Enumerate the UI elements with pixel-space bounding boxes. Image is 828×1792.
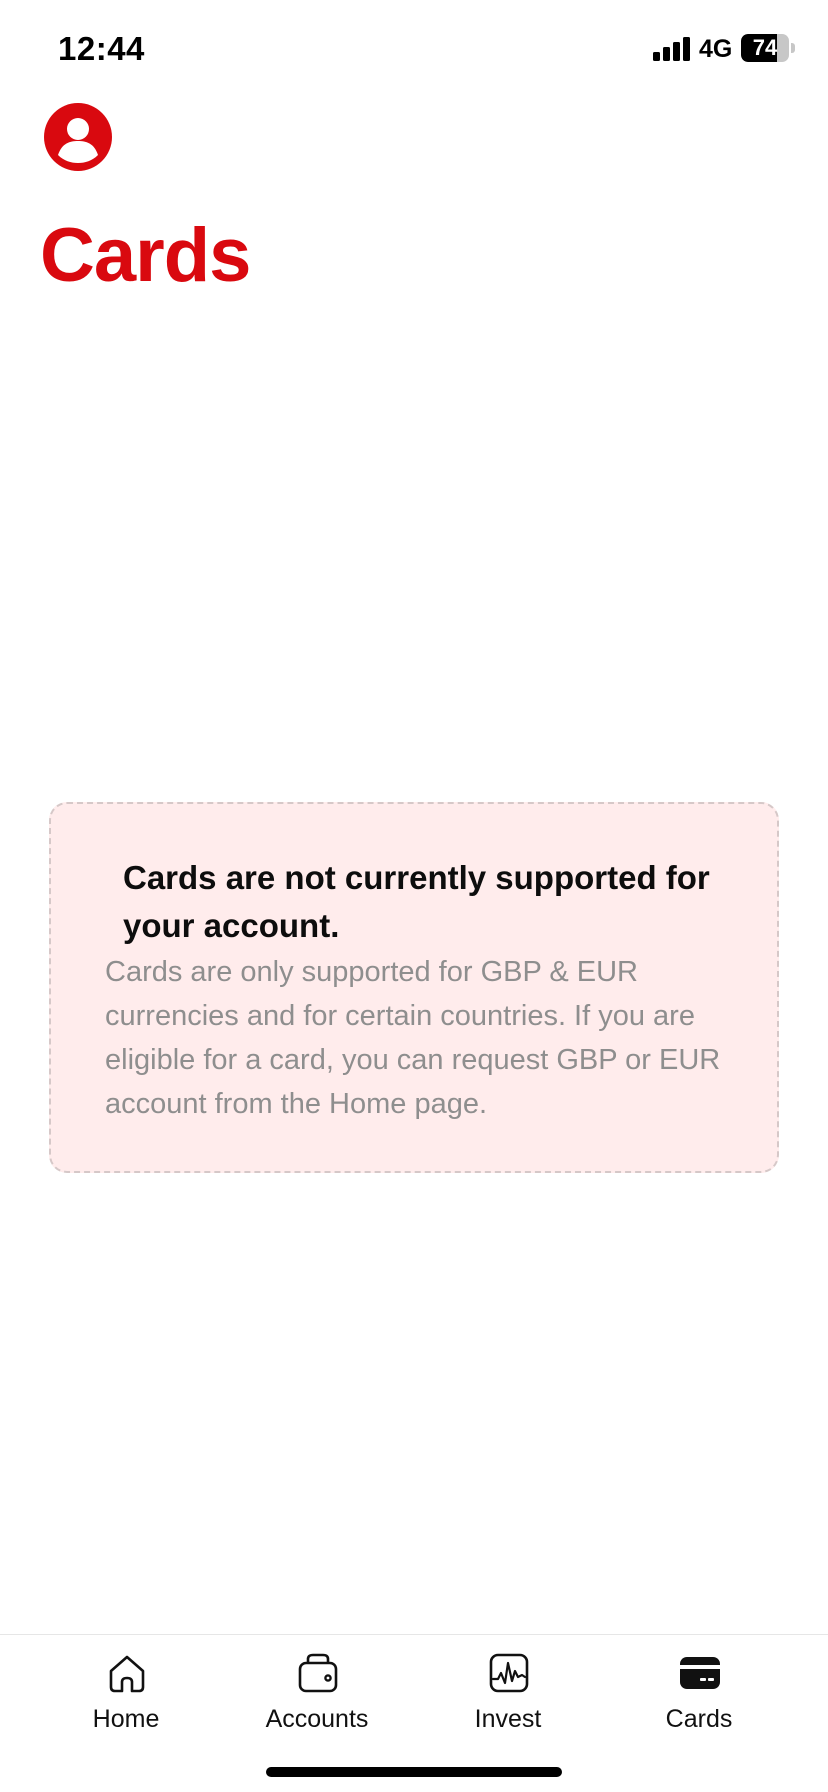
page-title: Cards: [40, 213, 251, 298]
tab-accounts-label: Accounts: [265, 1705, 369, 1733]
tab-cards[interactable]: Cards: [619, 1651, 779, 1751]
status-bar: 12:44 4G 74: [0, 0, 828, 100]
tab-invest[interactable]: Invest: [428, 1651, 588, 1751]
tab-invest-label: Invest: [474, 1705, 542, 1733]
profile-avatar-icon: [44, 103, 112, 171]
status-time: 12:44: [58, 30, 145, 67]
cards-unsupported-notice: Cards are not currently supported for yo…: [49, 802, 779, 1173]
profile-button[interactable]: [44, 103, 112, 171]
home-icon: [109, 1655, 145, 1693]
tab-home-label: Home: [92, 1705, 160, 1733]
notice-body: Cards are only supported for GBP & EUR c…: [105, 956, 721, 1120]
cellular-signal-icon: [653, 37, 690, 61]
card-icon: [680, 1657, 720, 1689]
tab-home[interactable]: Home: [46, 1651, 206, 1751]
notice-title: Cards are not currently supported for yo…: [123, 859, 710, 944]
cards-screen: 12:44 4G 74 Cards Cards are not currentl…: [0, 0, 828, 1792]
wallet-icon: [298, 1653, 338, 1693]
chart-icon: [489, 1653, 529, 1693]
network-type-label: 4G: [699, 35, 733, 63]
battery-percent-label: 74: [752, 35, 778, 60]
tab-accounts[interactable]: Accounts: [237, 1651, 397, 1751]
home-indicator: [266, 1767, 562, 1777]
battery-icon: 74: [741, 34, 795, 62]
tab-cards-label: Cards: [665, 1705, 733, 1733]
